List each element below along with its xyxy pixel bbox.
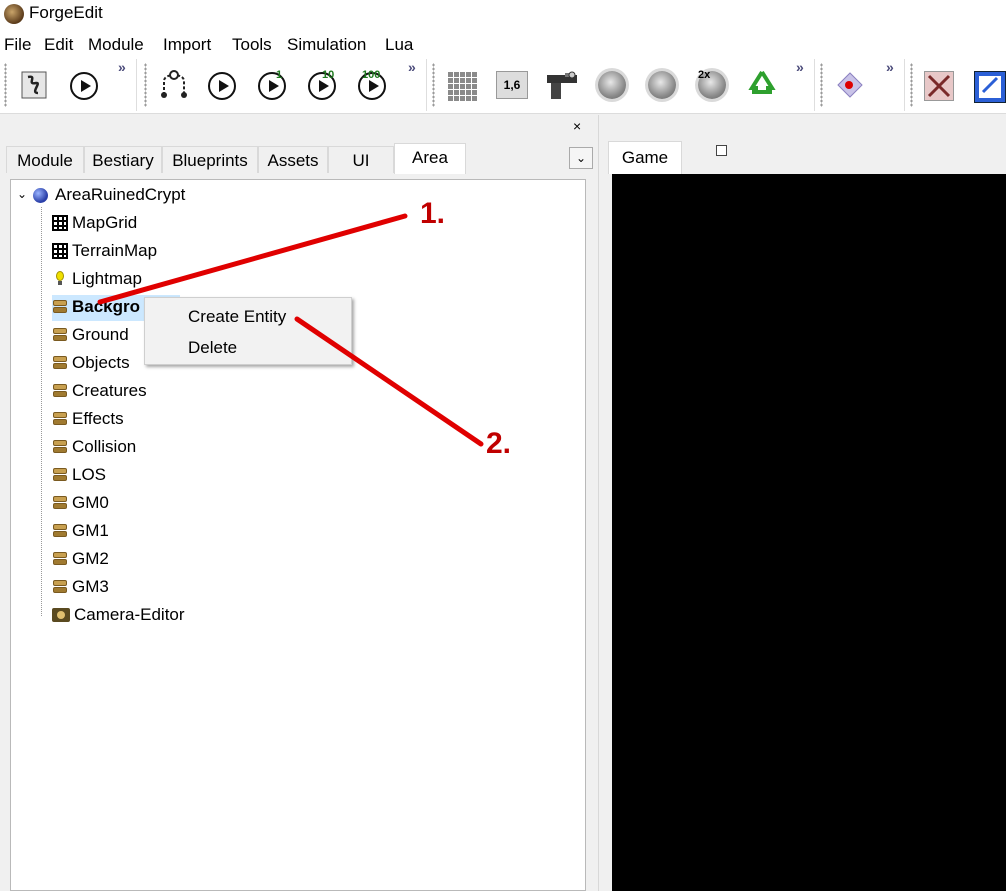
annotation-label-2: 2.	[486, 427, 512, 460]
annotation-label-1: 1.	[420, 197, 446, 230]
annotation-arrow-2	[294, 316, 484, 447]
annotation-arrow-1	[97, 213, 408, 305]
